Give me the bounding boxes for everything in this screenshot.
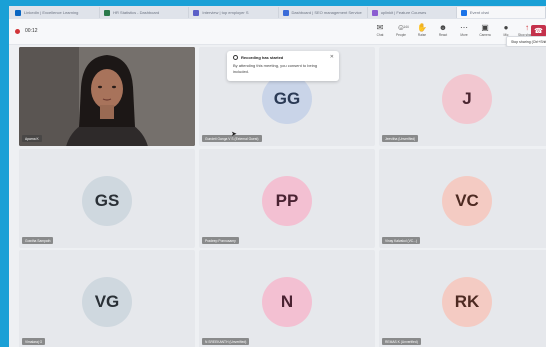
- participant-name: REMAS K (Unverified): [382, 338, 421, 345]
- participant-avatar: GG: [262, 74, 312, 124]
- recording-notice: Recording has started ✕ By attending thi…: [227, 51, 339, 81]
- participant-avatar: VG: [82, 277, 132, 327]
- participant-tile[interactable]: N N SREEKANTH (Unverified): [199, 250, 375, 347]
- tab-favicon-icon: [371, 9, 378, 16]
- participant-tile[interactable]: PP Pradeep Ponnusamy: [199, 149, 375, 248]
- tab-label: Dashboard | SEO management Service: [291, 10, 362, 15]
- participant-name: Pradeep Ponnusamy: [202, 237, 239, 244]
- participant-avatar: RK: [442, 277, 492, 327]
- mic-icon: ●: [503, 23, 509, 32]
- meeting-toolbar: 00:12 ✉ Chat ☺ People 144 ✋ Raise ☻ React ⋯ More ▣ C…: [9, 19, 546, 45]
- record-icon: [233, 55, 238, 60]
- react-button[interactable]: ☻ React: [434, 23, 452, 41]
- browser-tab[interactable]: HR Statistics - Dashboard: [100, 7, 190, 18]
- participant-tile[interactable]: GS Gowtha Sampath: [19, 149, 195, 248]
- more-button[interactable]: ⋯ More: [455, 23, 473, 41]
- browser-tab[interactable]: Interview | top employer S: [189, 7, 279, 18]
- chat-button[interactable]: ✉ Chat: [371, 23, 389, 41]
- participant-tile[interactable]: RK REMAS K (Unverified): [379, 250, 546, 347]
- notice-body: By attending this meeting, you consent t…: [233, 63, 318, 74]
- browser-tab-bar: LinkedIn | Excellence Learning HR Statist…: [9, 6, 546, 19]
- raise-button[interactable]: ✋ Raise: [413, 23, 431, 41]
- tab-favicon-icon: [282, 9, 289, 16]
- close-icon[interactable]: ✕: [330, 54, 334, 60]
- browser-tab[interactable]: uplinkit | Feature Courses: [368, 7, 457, 18]
- participant-name: Vinay Kalvakol (VC...): [382, 237, 421, 244]
- participant-avatar: J: [442, 74, 492, 124]
- mouse-cursor-icon: ➤: [231, 131, 237, 138]
- tab-label: HR Statistics - Dashboard: [113, 10, 160, 15]
- tab-favicon-icon: [104, 9, 111, 16]
- browser-tab[interactable]: Dashboard | SEO management Service: [279, 7, 368, 18]
- tab-favicon-icon: [15, 9, 21, 16]
- participant-name: N SREEKANTH (Unverified): [202, 338, 250, 345]
- more-icon: ⋯: [460, 23, 468, 32]
- tab-label: Interview | top employer S: [202, 10, 249, 15]
- chat-icon: ✉: [376, 23, 384, 32]
- browser-tab[interactable]: Event chat: [456, 7, 546, 18]
- video-feed: [19, 47, 195, 146]
- camera-icon: ▣: [481, 23, 489, 32]
- participant-tile[interactable]: VC Vinay Kalvakol (VC...): [379, 149, 546, 248]
- notice-title: Recording has started: [241, 55, 284, 60]
- participant-avatar: GS: [82, 176, 132, 226]
- participant-tile[interactable]: J Jeevitha (Unverified): [379, 47, 546, 146]
- tab-label: Event chat: [469, 10, 489, 15]
- tab-label: LinkedIn | Excellence Learning: [24, 10, 79, 15]
- chat-label: Chat: [376, 33, 384, 37]
- react-label: React: [438, 33, 448, 37]
- phone-icon: ☎: [534, 28, 543, 35]
- share-icon: ↑: [525, 23, 529, 32]
- share-tooltip: Stop sharing (Ctrl+Shift+E): [506, 36, 546, 47]
- participant-name: Jeevitha (Unverified): [382, 135, 419, 142]
- recording-indicator-icon: [15, 29, 20, 34]
- people-button[interactable]: ☺ People 144: [392, 23, 410, 41]
- participant-name: Vimalaraj G: [22, 338, 46, 345]
- participant-name: Gowtha Sampath: [22, 237, 54, 244]
- react-icon: ☻: [438, 23, 448, 32]
- participant-avatar: N: [262, 277, 312, 327]
- tab-favicon-icon: [460, 9, 467, 16]
- camera-label: Camera: [479, 33, 491, 37]
- participant-tile[interactable]: Aparna K: [19, 47, 195, 146]
- camera-button[interactable]: ▣ Camera: [476, 23, 494, 41]
- raise-label: Raise: [417, 33, 427, 37]
- participant-avatar: PP: [262, 176, 312, 226]
- tab-favicon-icon: [193, 9, 200, 16]
- meeting-window: LinkedIn | Excellence Learning HR Statist…: [9, 6, 546, 347]
- more-label: More: [460, 33, 468, 37]
- people-label: People: [396, 33, 406, 37]
- participant-tile[interactable]: VG Vimalaraj G: [19, 250, 195, 347]
- participant-name: Aparna K: [22, 135, 42, 142]
- tab-label: uplinkit | Feature Courses: [380, 10, 427, 15]
- raise-icon: ✋: [417, 23, 427, 32]
- participant-avatar: VC: [442, 176, 492, 226]
- browser-tab[interactable]: LinkedIn | Excellence Learning: [11, 7, 101, 18]
- meeting-timer: 00:12: [25, 28, 38, 34]
- people-count: 144: [403, 25, 409, 29]
